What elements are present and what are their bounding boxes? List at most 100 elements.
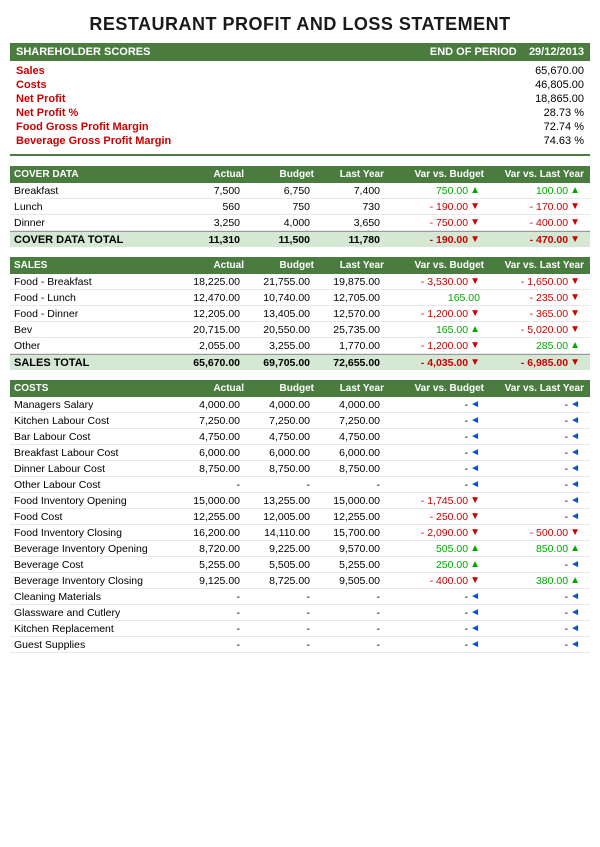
row-label: Kitchen Replacement bbox=[14, 623, 174, 635]
last-year-cell: - bbox=[314, 479, 384, 491]
actual-cell: 12,255.00 bbox=[174, 511, 244, 523]
last-year-cell: 1,770.00 bbox=[314, 340, 384, 352]
arrow-left-icon: ◄ bbox=[570, 431, 580, 442]
budget-cell: - bbox=[244, 607, 314, 619]
var-cell: - ◄ bbox=[384, 463, 484, 475]
var-dash: - bbox=[465, 639, 469, 651]
var-cell: - ◄ bbox=[384, 399, 484, 411]
var-cell: - ◄ bbox=[384, 607, 484, 619]
row-label: Food - Dinner bbox=[14, 308, 174, 320]
row-label: Other bbox=[14, 340, 174, 352]
row-label: Bar Labour Cost bbox=[14, 431, 174, 443]
sh-row-label: Sales bbox=[16, 65, 45, 77]
budget-cell: 6,000.00 bbox=[244, 447, 314, 459]
var-cell: - 2,090.00 ▼ bbox=[384, 527, 484, 539]
var-value: - 400.00 bbox=[530, 217, 569, 229]
var-value: - 190.00 bbox=[430, 201, 469, 213]
var-value: - 190.00 bbox=[430, 234, 469, 246]
arrow-left-icon: ◄ bbox=[470, 623, 480, 634]
budget-cell: 21,755.00 bbox=[244, 276, 314, 288]
var-cell: - ◄ bbox=[484, 607, 584, 619]
data-row: Kitchen Replacement - - - - ◄ - ◄ bbox=[10, 621, 590, 637]
data-row: Cleaning Materials - - - - ◄ - ◄ bbox=[10, 589, 590, 605]
var-cell: 505.00 ▲ bbox=[384, 543, 484, 555]
data-row: Bar Labour Cost 4,750.00 4,750.00 4,750.… bbox=[10, 429, 590, 445]
var-cell: - ◄ bbox=[384, 623, 484, 635]
var-value: 250.00 bbox=[436, 559, 468, 571]
var-dash: - bbox=[565, 479, 569, 491]
actual-cell: 65,670.00 bbox=[174, 357, 244, 369]
row-label: SALES TOTAL bbox=[14, 357, 174, 369]
row-label: Dinner Labour Cost bbox=[14, 463, 174, 475]
actual-cell: 7,500 bbox=[174, 185, 244, 197]
budget-cell: 20,550.00 bbox=[244, 324, 314, 336]
row-label: Food Inventory Closing bbox=[14, 527, 174, 539]
var-value: 380.00 bbox=[536, 575, 568, 587]
var-dash: - bbox=[465, 463, 469, 475]
last-year-cell: 72,655.00 bbox=[314, 357, 384, 369]
budget-cell: 13,405.00 bbox=[244, 308, 314, 320]
var-cell: 285.00 ▲ bbox=[484, 340, 584, 352]
last-year-cell: 3,650 bbox=[314, 217, 384, 229]
last-year-cell: 12,705.00 bbox=[314, 292, 384, 304]
shareholder-body: Sales65,670.00Costs46,805.00Net Profit18… bbox=[10, 61, 590, 156]
last-year-cell: - bbox=[314, 639, 384, 651]
last-year-cell: 12,570.00 bbox=[314, 308, 384, 320]
var-dash: - bbox=[465, 479, 469, 491]
var-cell: - 6,985.00 ▼ bbox=[484, 357, 584, 369]
var-cell: 250.00 ▲ bbox=[384, 559, 484, 571]
cover-total-row: COVER DATA TOTAL 11,310 11,500 11,780 - … bbox=[10, 231, 590, 247]
arrow-left-icon: ◄ bbox=[570, 495, 580, 506]
budget-cell: 7,250.00 bbox=[244, 415, 314, 427]
var-dash: - bbox=[465, 399, 469, 411]
var-cell: - ◄ bbox=[484, 591, 584, 603]
arrow-down-icon: ▼ bbox=[470, 511, 480, 522]
row-label: Breakfast bbox=[14, 185, 174, 197]
data-row: Beverage Cost 5,255.00 5,505.00 5,255.00… bbox=[10, 557, 590, 573]
var-cell: - ◄ bbox=[484, 559, 584, 571]
var-cell: 165.00 ▲ bbox=[384, 324, 484, 336]
budget-cell: 13,255.00 bbox=[244, 495, 314, 507]
data-row: Breakfast 7,500 6,750 7,400 750.00 ▲ 100… bbox=[10, 183, 590, 199]
arrow-down-icon: ▼ bbox=[570, 357, 580, 368]
sh-row-label: Costs bbox=[16, 79, 47, 91]
var-dash: - bbox=[565, 623, 569, 635]
arrow-up-icon: ▲ bbox=[470, 324, 480, 335]
var-dash: - bbox=[565, 511, 569, 523]
arrow-down-icon: ▼ bbox=[570, 201, 580, 212]
var-value: 750.00 bbox=[436, 185, 468, 197]
var-cell: - ◄ bbox=[384, 639, 484, 651]
data-row: Beverage Inventory Closing 9,125.00 8,72… bbox=[10, 573, 590, 589]
arrow-down-icon: ▼ bbox=[470, 276, 480, 287]
sh-row-label: Beverage Gross Profit Margin bbox=[16, 135, 171, 147]
last-year-cell: 19,875.00 bbox=[314, 276, 384, 288]
row-label: Other Labour Cost bbox=[14, 479, 174, 491]
var-cell: - ◄ bbox=[484, 415, 584, 427]
arrow-down-icon: ▼ bbox=[570, 308, 580, 319]
var-value: - 3,530.00 bbox=[421, 276, 468, 288]
var-dash: - bbox=[465, 447, 469, 459]
cover-rows: Breakfast 7,500 6,750 7,400 750.00 ▲ 100… bbox=[10, 183, 590, 231]
data-row: Food Inventory Opening 15,000.00 13,255.… bbox=[10, 493, 590, 509]
sh-row-value: 74.63 % bbox=[544, 135, 584, 147]
sales-rows: Food - Breakfast 18,225.00 21,755.00 19,… bbox=[10, 274, 590, 354]
actual-cell: 3,250 bbox=[174, 217, 244, 229]
var-cell: - 235.00 ▼ bbox=[484, 292, 584, 304]
shareholder-row: Net Profit %28.73 % bbox=[10, 106, 590, 120]
budget-cell: 14,110.00 bbox=[244, 527, 314, 539]
var-dash: - bbox=[465, 415, 469, 427]
arrow-left-icon: ◄ bbox=[570, 623, 580, 634]
var-value: - 1,745.00 bbox=[421, 495, 468, 507]
data-row: Food Cost 12,255.00 12,005.00 12,255.00 … bbox=[10, 509, 590, 525]
arrow-left-icon: ◄ bbox=[570, 447, 580, 458]
var-cell: - 1,200.00 ▼ bbox=[384, 308, 484, 320]
arrow-up-icon: ▲ bbox=[470, 559, 480, 570]
var-dash: - bbox=[465, 607, 469, 619]
var-cell: - 250.00 ▼ bbox=[384, 511, 484, 523]
budget-cell: 4,750.00 bbox=[244, 431, 314, 443]
row-label: Bev bbox=[14, 324, 174, 336]
budget-cell: 9,225.00 bbox=[244, 543, 314, 555]
actual-cell: 12,470.00 bbox=[174, 292, 244, 304]
arrow-down-icon: ▼ bbox=[470, 575, 480, 586]
arrow-up-icon: ▲ bbox=[570, 340, 580, 351]
